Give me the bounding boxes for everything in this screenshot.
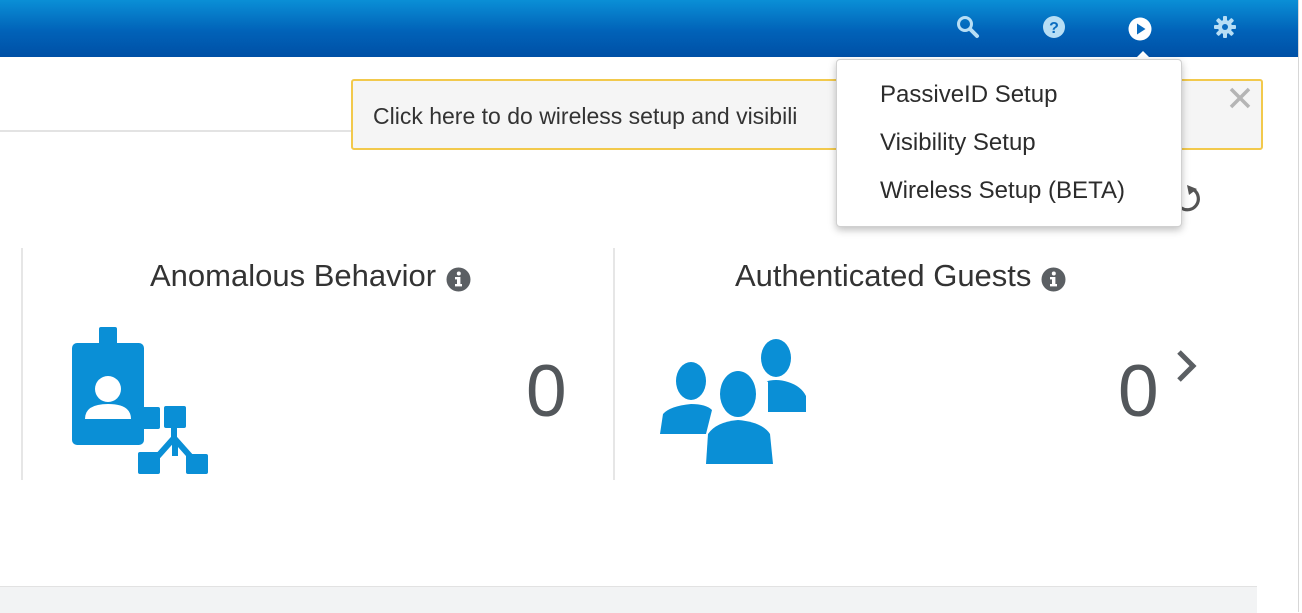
dashlet-divider	[21, 248, 23, 480]
dashlet-title-authenticated-guests: Authenticated Guests	[735, 258, 1066, 294]
gear-icon[interactable]	[1210, 12, 1240, 42]
authenticated-guests-count[interactable]: 0	[1118, 350, 1159, 433]
window-edge	[1298, 0, 1302, 612]
dashlet-title-text: Anomalous Behavior	[150, 258, 437, 293]
close-icon[interactable]	[1225, 83, 1255, 113]
dashlet-title-text: Authenticated Guests	[735, 258, 1032, 293]
setup-dropdown-menu: PassiveID Setup Visibility Setup Wireles…	[836, 59, 1182, 227]
menu-item-visibility-setup[interactable]: Visibility Setup	[880, 129, 1036, 157]
bottom-panel-header	[0, 586, 1257, 613]
top-header-bar: ?	[0, 0, 1298, 57]
svg-text:?: ?	[1049, 20, 1059, 37]
menu-item-passiveid-setup[interactable]: PassiveID Setup	[880, 81, 1057, 109]
help-icon[interactable]: ?	[1039, 12, 1069, 42]
info-icon[interactable]	[1041, 264, 1066, 291]
dashlet-title-anomalous-behavior: Anomalous Behavior	[150, 258, 471, 294]
chevron-right-icon[interactable]	[1172, 346, 1202, 386]
banner-text[interactable]: Click here to do wireless setup and visi…	[373, 103, 797, 130]
badge-network-icon	[70, 326, 210, 478]
guests-icon	[656, 338, 808, 466]
search-icon[interactable]	[953, 12, 983, 42]
anomalous-behavior-count[interactable]: 0	[526, 350, 567, 433]
menu-item-wireless-setup[interactable]: Wireless Setup (BETA)	[880, 177, 1125, 205]
info-icon[interactable]	[446, 264, 471, 291]
play-icon[interactable]	[1125, 14, 1155, 44]
tab-underline	[0, 130, 352, 132]
dashlet-divider	[613, 248, 615, 480]
